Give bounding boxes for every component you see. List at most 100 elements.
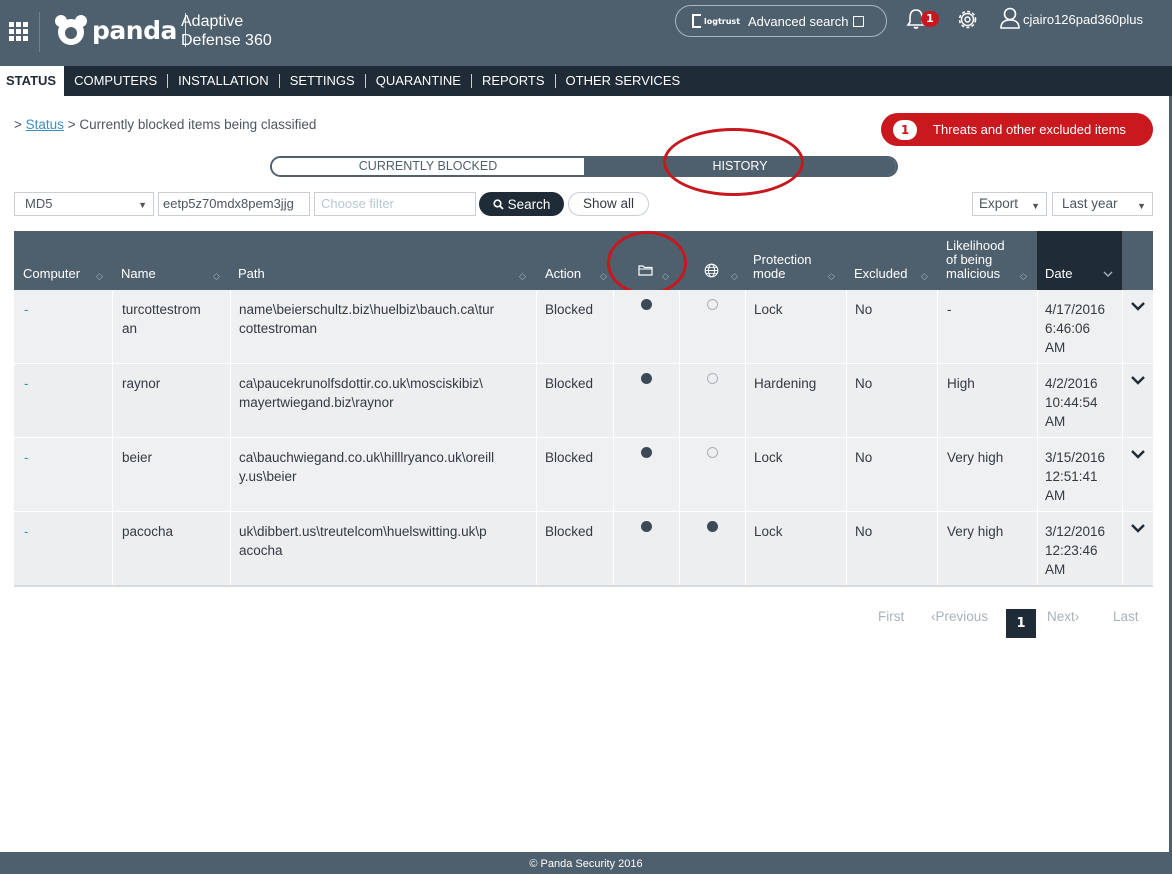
nav-computers[interactable]: COMPUTERS — [64, 66, 167, 96]
col-protection-mode[interactable]: Protection mode — [753, 253, 812, 281]
expand-chevron-icon[interactable] — [1130, 522, 1146, 534]
breadcrumb-status-link[interactable]: Status — [26, 117, 64, 132]
nav-settings[interactable]: SETTINGS — [280, 66, 365, 96]
col-date-header[interactable]: Date — [1037, 231, 1122, 290]
globe-status-filled — [707, 521, 718, 532]
cell-computer[interactable]: - — [24, 522, 29, 541]
col-divider — [937, 290, 938, 364]
top-bar: panda Adaptive Defense 360 logtrust Adva… — [0, 0, 1172, 66]
chevron-down-icon: ▼ — [1031, 201, 1040, 211]
product-line-1: Adaptive — [181, 13, 244, 30]
brand-name: panda — [92, 15, 177, 45]
nav-installation[interactable]: INSTALLATION — [168, 66, 279, 96]
sort-icon[interactable]: ◇ — [921, 272, 928, 282]
cell-path-line2: cottestroman — [239, 321, 318, 336]
col-divider — [937, 512, 938, 586]
cell-path-line1: ca\paucekrunolfsdottir.co.uk\mosciskibiz… — [239, 376, 483, 391]
sort-icon[interactable]: ◇ — [213, 272, 220, 282]
cell-name-line1: pacocha — [122, 524, 174, 539]
col-excluded[interactable]: Excluded — [854, 267, 907, 281]
sort-icon[interactable]: ◇ — [600, 272, 607, 282]
cell-date-line2: 10:44:54 — [1045, 395, 1098, 410]
expand-chevron-icon[interactable] — [1130, 374, 1146, 386]
cell-computer[interactable]: - — [24, 300, 29, 319]
sort-icon[interactable]: ◇ — [519, 272, 526, 282]
apps-grid-icon[interactable] — [9, 22, 29, 42]
col-divider — [846, 290, 847, 364]
tab-history[interactable]: HISTORY — [584, 158, 896, 175]
col-likelihood-line3: malicious — [946, 266, 1001, 281]
cell-name: pacocha — [122, 522, 173, 541]
nav-reports[interactable]: REPORTS — [472, 66, 555, 96]
col-divider — [613, 290, 614, 364]
cell-name-line1: raynor — [122, 376, 161, 391]
search-button[interactable]: Search — [479, 192, 564, 216]
col-divider — [112, 364, 113, 438]
expand-chevron-icon[interactable] — [1130, 448, 1146, 460]
field-select[interactable]: MD5 ▼ — [14, 192, 154, 216]
col-divider — [1037, 290, 1038, 364]
folder-status-filled — [641, 373, 652, 384]
settings-gear-icon[interactable] — [955, 7, 980, 32]
col-computer[interactable]: Computer — [23, 267, 80, 281]
cell-likelihood: Very high — [947, 524, 1004, 539]
sort-icon[interactable]: ◇ — [731, 272, 738, 282]
col-date: Date — [1045, 266, 1073, 281]
panda-logo-icon — [55, 15, 87, 45]
sort-icon[interactable]: ◇ — [662, 272, 669, 282]
cell-likelihood: High — [947, 376, 975, 391]
nav-other-services[interactable]: OTHER SERVICES — [556, 66, 691, 96]
cell-computer[interactable]: - — [24, 374, 29, 393]
cell-path-line2: acocha — [239, 543, 283, 558]
sort-icon[interactable]: ◇ — [1020, 272, 1027, 282]
col-likelihood[interactable]: Likelihood of being malicious — [946, 239, 1005, 281]
export-dropdown[interactable]: Export ▼ — [972, 192, 1047, 216]
col-divider — [230, 438, 231, 512]
cell-protection-mode: Lock — [754, 450, 783, 465]
globe-icon[interactable] — [704, 263, 719, 278]
sort-icon[interactable]: ◇ — [828, 272, 835, 282]
page-first[interactable]: First — [878, 609, 904, 624]
cell-name: raynor — [122, 374, 160, 393]
cell-computer[interactable]: - — [24, 448, 29, 467]
cell-likelihood: - — [947, 302, 952, 317]
table-row[interactable]: - raynor ca\paucekrunolfsdottir.co.uk\mo… — [14, 364, 1153, 438]
username[interactable]: cjairo126pad360plus — [1023, 12, 1143, 27]
nav-quarantine[interactable]: QUARANTINE — [366, 66, 471, 96]
logtrust-logo: logtrust — [692, 14, 740, 28]
cell-date-line1: 3/12/2016 — [1045, 524, 1106, 539]
table-row[interactable]: - pacocha uk\dibbert.us\treutelcom\huels… — [14, 512, 1153, 586]
breadcrumb-current: > Currently blocked items being classifi… — [67, 117, 317, 132]
page-last[interactable]: Last — [1113, 609, 1139, 624]
cell-action: Blocked — [545, 302, 594, 317]
show-all-button[interactable]: Show all — [568, 192, 649, 216]
user-icon[interactable] — [1000, 7, 1020, 29]
page-previous[interactable]: ‹Previous — [931, 609, 988, 624]
col-divider — [613, 512, 614, 586]
tab-currently-blocked[interactable]: CURRENTLY BLOCKED — [272, 158, 584, 175]
page-next-label: Next — [1047, 609, 1075, 624]
col-path[interactable]: Path — [238, 267, 265, 281]
advanced-search-button[interactable]: logtrust Advanced search — [675, 5, 887, 37]
sort-icon[interactable]: ◇ — [96, 272, 103, 282]
col-name[interactable]: Name — [121, 267, 156, 281]
col-divider — [230, 512, 231, 586]
page-current[interactable]: 1 — [1006, 609, 1036, 638]
threats-excluded-button[interactable]: 1 Threats and other excluded items — [881, 113, 1153, 146]
col-action[interactable]: Action — [545, 267, 581, 281]
expand-chevron-icon[interactable] — [1130, 300, 1146, 312]
filter-input[interactable]: Choose filter — [314, 192, 476, 216]
page-next[interactable]: Next› — [1047, 609, 1079, 624]
table-row[interactable]: - turcottestrom an name\beierschultz.biz… — [14, 290, 1153, 364]
col-divider — [1037, 364, 1038, 438]
folder-icon[interactable] — [638, 264, 653, 276]
hash-input[interactable]: eetp5z70mdx8pem3jjg — [158, 192, 310, 216]
period-dropdown[interactable]: Last year ▼ — [1052, 192, 1153, 216]
nav-status[interactable]: STATUS — [0, 66, 65, 96]
col-divider — [745, 512, 746, 586]
table-header: Computer ◇ Name ◇ Path ◇ Action ◇ ◇ ◇ Pr… — [14, 231, 1153, 290]
logtrust-bracket-icon — [692, 14, 701, 28]
table-row[interactable]: - beier ca\bauchwiegand.co.uk\hilllryanc… — [14, 438, 1153, 512]
sort-desc-icon — [1103, 271, 1113, 277]
cell-date-line3: AM — [1045, 562, 1066, 577]
